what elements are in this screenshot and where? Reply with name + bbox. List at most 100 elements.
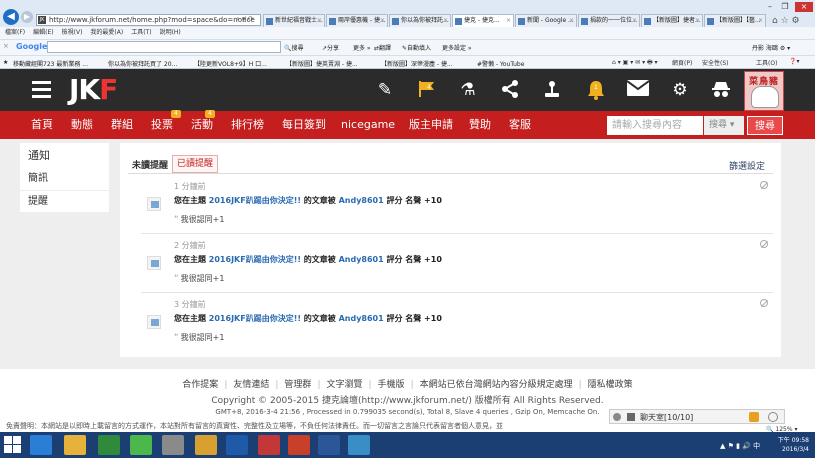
word-app-icon[interactable] bbox=[318, 435, 340, 455]
app-icon[interactable] bbox=[258, 435, 280, 455]
close-icon[interactable]: × bbox=[317, 15, 322, 27]
minimize-icon[interactable]: – bbox=[764, 2, 776, 12]
ignore-icon[interactable] bbox=[760, 299, 768, 307]
menu-help[interactable]: 說明(H) bbox=[160, 29, 181, 36]
ie-tools-menu[interactable]: 工具(O) bbox=[756, 58, 777, 67]
menu-view[interactable]: 檢視(V) bbox=[62, 29, 83, 36]
ignore-icon[interactable] bbox=[760, 181, 768, 189]
chat-expand-icon[interactable] bbox=[768, 412, 778, 422]
window-close-icon[interactable]: × bbox=[795, 2, 813, 12]
powerpoint-app-icon[interactable] bbox=[288, 435, 310, 455]
favorites-star-icon[interactable]: ★ bbox=[3, 59, 8, 66]
browser-tab[interactable]: 【新版圖】【藝... × bbox=[704, 14, 766, 27]
menu-tools[interactable]: 工具(T) bbox=[131, 29, 151, 36]
app-icon[interactable] bbox=[195, 435, 217, 455]
chat-sound-icon[interactable] bbox=[627, 413, 635, 421]
close-icon[interactable]: × bbox=[443, 15, 448, 27]
address-bar[interactable]: http://www.jkforum.net/home.php?mod=spac… bbox=[36, 14, 261, 26]
footer-link[interactable]: 手機版 bbox=[378, 380, 405, 390]
ie-command-icons[interactable]: ⌂ ▾ ▣ ▾ ✉ ▾ 🖶 ▾ bbox=[612, 58, 658, 68]
user-link[interactable]: Andy8601 bbox=[339, 255, 384, 264]
back-arrow-icon[interactable]: ◀ bbox=[3, 9, 19, 25]
tab-read[interactable]: 已讀提醒 bbox=[172, 155, 218, 173]
bell-icon[interactable]: 1 bbox=[584, 80, 608, 100]
flag-icon[interactable]: 4 bbox=[415, 80, 439, 100]
topic-link[interactable]: 2016JKF趴踢由你決定!! bbox=[209, 314, 301, 323]
close-icon[interactable]: × bbox=[695, 15, 700, 27]
app-icon[interactable] bbox=[98, 435, 120, 455]
favorite-link[interactable]: 【新版圖】捷英賣淵 - 捷... bbox=[286, 59, 378, 68]
close-icon[interactable]: × bbox=[569, 15, 574, 27]
chat-app-icon[interactable] bbox=[130, 435, 152, 455]
menu-edit[interactable]: 編輯(E) bbox=[33, 29, 53, 36]
clock[interactable]: 下午 09:58 2016/3/4 bbox=[775, 436, 809, 454]
maximize-icon[interactable]: ❐ bbox=[779, 2, 791, 12]
chat-emoji-icon[interactable] bbox=[749, 412, 759, 422]
address-search-icon[interactable]: ⌕ ▾ ⟳ bbox=[236, 15, 254, 24]
favorite-link[interactable]: #警懶 - YouTube bbox=[477, 59, 537, 68]
close-icon[interactable]: × bbox=[380, 15, 385, 27]
system-tray-icons[interactable]: ▲ ⚑ ▮ 🔊 中 bbox=[720, 441, 760, 451]
favorite-link[interactable]: 【陸更新VOL8+9】H 口... bbox=[194, 59, 282, 68]
menu-favorites[interactable]: 我的最愛(A) bbox=[90, 29, 123, 36]
hamburger-menu-icon[interactable] bbox=[32, 81, 51, 98]
favorite-link[interactable]: 【新版圖】深慘漫塵 - 捷... bbox=[381, 59, 473, 68]
browser-tab[interactable]: 你以為你被拜託... × bbox=[389, 14, 451, 27]
favorite-link[interactable]: 移動藏經閣723 最新業務 ... bbox=[13, 59, 106, 68]
footer-link[interactable]: 管理群 bbox=[284, 380, 311, 390]
user-link[interactable]: Andy8601 bbox=[339, 196, 384, 205]
google-search-button[interactable]: 🔍搜尋 bbox=[284, 43, 304, 52]
ignore-icon[interactable] bbox=[760, 240, 768, 248]
nav-activity[interactable]: 動態 bbox=[71, 111, 93, 139]
windows-start-icon[interactable] bbox=[4, 436, 21, 453]
google-share-button[interactable]: ↗分享 bbox=[322, 43, 339, 52]
forward-arrow-icon[interactable]: ▶ bbox=[21, 11, 33, 23]
browser-tab[interactable]: 新世紀福音戰士... × bbox=[263, 14, 325, 27]
footer-link[interactable]: 文字瀏覽 bbox=[326, 380, 362, 390]
topic-link[interactable]: 2016JKF趴踢由你決定!! bbox=[209, 255, 301, 264]
incognito-icon[interactable] bbox=[709, 80, 733, 100]
google-more-button[interactable]: 更多 » bbox=[353, 43, 371, 52]
nav-events[interactable]: 活動 4 bbox=[191, 110, 215, 139]
search-type-select[interactable]: 搜尋 ▾ bbox=[704, 116, 744, 135]
app-icon[interactable] bbox=[162, 435, 184, 455]
browser-tab[interactable]: 新聞 - Google ... × bbox=[515, 14, 577, 27]
google-autofill-button[interactable]: ✎自動填入 bbox=[402, 43, 431, 52]
sidebar-item-reminders[interactable]: 提醒 bbox=[20, 190, 109, 211]
nav-ranking[interactable]: 排行榜 bbox=[231, 111, 264, 139]
google-user-button[interactable]: 丹影 海鷗 ⚙ ▾ bbox=[752, 43, 790, 52]
nav-support[interactable]: 客服 bbox=[509, 111, 531, 139]
chatroom-widget[interactable]: 聊天室[10/10] bbox=[609, 409, 785, 424]
gear-icon[interactable]: ⚙ bbox=[668, 80, 692, 100]
outlook-app-icon[interactable] bbox=[226, 435, 248, 455]
jkf-logo[interactable]: JKF bbox=[69, 73, 118, 107]
nav-moderator-apply[interactable]: 版主申請 bbox=[409, 111, 453, 139]
favorite-link[interactable]: 你以為你被拜託買了 20... bbox=[108, 59, 191, 68]
browser-tab[interactable]: 【新版圖】捷者... × bbox=[641, 14, 703, 27]
ie-safety-menu[interactable]: 安全性(S) bbox=[702, 58, 729, 67]
nav-nicegame[interactable]: nicegame bbox=[341, 111, 395, 139]
google-translate-button[interactable]: ⇄翻譯 bbox=[374, 43, 391, 52]
avatar[interactable]: 菜鳥豬 bbox=[744, 71, 784, 111]
nav-groups[interactable]: 群組 bbox=[111, 111, 133, 139]
close-icon[interactable]: × bbox=[506, 15, 511, 27]
google-settings-button[interactable]: 更多設定 » bbox=[442, 43, 472, 52]
menu-file[interactable]: 檔案(F) bbox=[5, 29, 25, 36]
ie-page-menu[interactable]: 網頁(P) bbox=[672, 58, 692, 67]
compose-icon[interactable]: ✎ bbox=[373, 80, 397, 100]
ie-help-icon[interactable]: ❓▾ bbox=[789, 58, 799, 65]
tab-unread[interactable]: 未讀提醒 bbox=[132, 158, 168, 171]
nav-home[interactable]: 首頁 bbox=[31, 111, 53, 139]
nav-sponsor[interactable]: 贊助 bbox=[469, 111, 491, 139]
browser-tab-active[interactable]: 捷克 - 捷克... × bbox=[452, 14, 514, 27]
google-search-input[interactable] bbox=[47, 41, 281, 53]
footer-link[interactable]: 友情連結 bbox=[233, 380, 269, 390]
chat-settings-icon[interactable] bbox=[613, 413, 621, 421]
app-icon[interactable] bbox=[348, 435, 370, 455]
search-button[interactable]: 搜尋 bbox=[747, 116, 783, 135]
ie-home-star-gear-icon[interactable]: ⌂ ☆ ⚙ bbox=[772, 16, 800, 26]
search-input[interactable]: 請輸入搜尋內容 bbox=[607, 116, 703, 135]
joystick-icon[interactable] bbox=[540, 80, 564, 100]
close-icon[interactable]: × bbox=[758, 15, 763, 27]
browser-tab[interactable]: 兩岸優惠機 - 捷... × bbox=[326, 14, 388, 27]
